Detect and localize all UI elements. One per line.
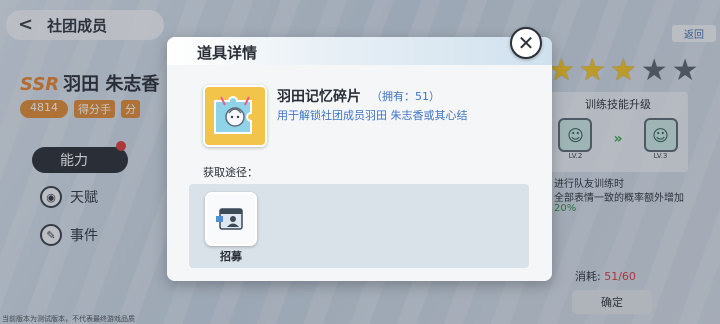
source-list: 招募 (189, 184, 529, 268)
dialog-header: 道具详情 (167, 37, 552, 65)
source-label: 获取途径： (203, 166, 258, 179)
recruit-source-button[interactable] (205, 192, 257, 246)
recruit-source-label: 招募 (220, 250, 242, 263)
close-button[interactable]: ✕ (510, 27, 542, 59)
item-owned-count: （拥有：51） (371, 90, 440, 103)
item-detail-dialog: 道具详情 羽田记忆碎片 （拥有：51） 用于解锁社团成员羽田 朱志香或其心结 获… (167, 37, 552, 281)
close-icon: ✕ (517, 31, 535, 55)
dialog-title: 道具详情 (197, 44, 258, 62)
item-name: 羽田记忆碎片 (277, 89, 361, 105)
item-description: 用于解锁社团成员羽田 朱志香或其心结 (277, 109, 468, 122)
recruit-icon (216, 208, 243, 230)
memory-fragment-icon (203, 85, 267, 147)
